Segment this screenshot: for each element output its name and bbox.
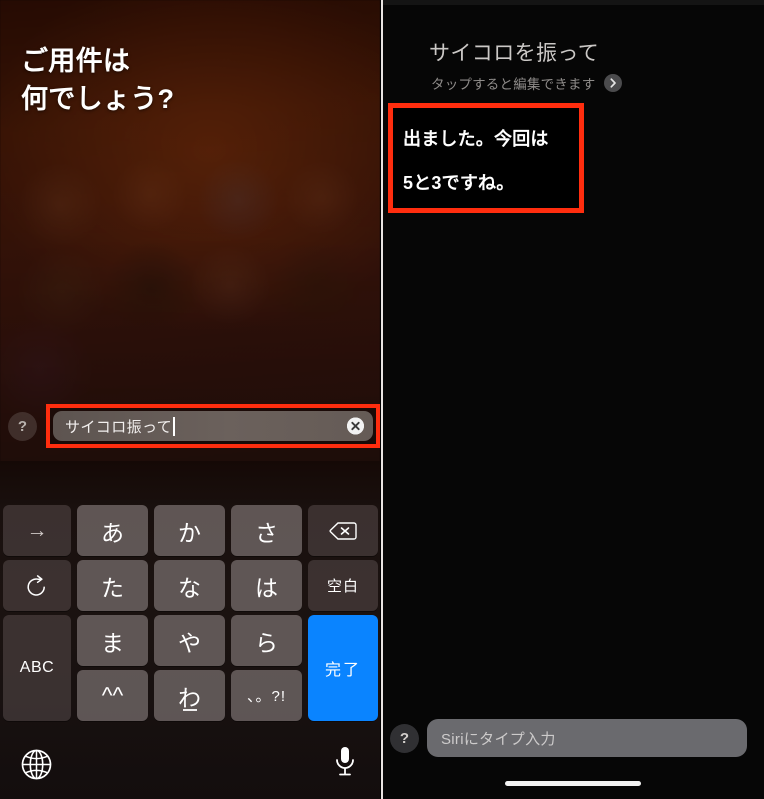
panel-divider (381, 0, 383, 799)
japanese-kana-keyboard: → あ か さ た な は 空白 ABC ま や ら 完了 ^^ わ 、。?! (0, 461, 380, 799)
tap-to-edit-row[interactable]: タップすると編集できます (431, 73, 623, 93)
left-panel-siri-typing: ご用件は 何でしょう? ? サイコロ振って → あ か さ た な は 空白 A… (0, 0, 380, 799)
done-key[interactable]: 完了 (308, 615, 378, 721)
type-to-siri-placeholder: Siriにタイプ入力 (441, 730, 556, 748)
siri-answer-text: 出ました。今回は 5と3ですね。 (403, 129, 549, 193)
microphone-icon[interactable] (333, 745, 357, 784)
siri-query-text[interactable]: サイコロを振って (429, 37, 599, 67)
top-status-strip (382, 0, 764, 5)
type-to-siri-input[interactable]: Siriにタイプ入力 (427, 719, 747, 757)
home-indicator-bar[interactable] (505, 781, 641, 786)
space-key[interactable]: 空白 (308, 560, 378, 611)
punctuation-key[interactable]: 、。?! (231, 670, 302, 721)
key-na-row[interactable]: な (154, 560, 225, 611)
emoticon-key[interactable]: ^^ (77, 670, 148, 721)
clear-circle-x-icon[interactable] (347, 417, 364, 435)
key-wa-row-label: わ (178, 684, 201, 711)
text-cursor (173, 416, 176, 436)
keyboard-bottom-bar (0, 737, 380, 799)
key-ma-row[interactable]: ま (77, 615, 148, 666)
abc-mode-key[interactable]: ABC (3, 615, 71, 721)
globe-icon[interactable] (21, 749, 52, 785)
key-ta-row[interactable]: た (77, 560, 148, 611)
siri-text-input[interactable]: サイコロ振って (53, 411, 373, 441)
key-a-row[interactable]: あ (77, 505, 148, 556)
keyboard-key-grid: → あ か さ た な は 空白 ABC ま や ら 完了 ^^ わ 、。?! (0, 503, 380, 735)
key-sa-row[interactable]: さ (231, 505, 302, 556)
cursor-right-key-label: → (26, 518, 48, 542)
key-ha-row[interactable]: は (231, 560, 302, 611)
tap-to-edit-label: タップすると編集できます (431, 77, 596, 92)
undo-key[interactable] (3, 560, 71, 611)
siri-answer-highlight-box: 出ました。今回は 5と3ですね。 (388, 103, 584, 213)
dual-screenshot-container: ご用件は 何でしょう? ? サイコロ振って → あ か さ た な は 空白 A… (0, 0, 764, 799)
key-wa-row[interactable]: わ (154, 670, 225, 721)
siri-type-input-row: ? Siriにタイプ入力 (382, 719, 764, 757)
key-ra-row[interactable]: ら (231, 615, 302, 666)
backspace-key[interactable] (308, 505, 378, 556)
backspace-icon (329, 521, 357, 540)
help-question-button[interactable]: ? (8, 411, 37, 441)
siri-prompt-text: ご用件は 何でしょう? (21, 46, 175, 114)
key-ka-row[interactable]: か (154, 505, 225, 556)
typed-input-highlight-box: サイコロ振って (46, 404, 380, 448)
right-panel-siri-result: サイコロを振って タップすると編集できます 出ました。今回は 5と3ですね。 ?… (382, 0, 764, 799)
cursor-right-key[interactable]: → (3, 505, 71, 556)
typed-input-value: サイコロ振って (65, 418, 173, 436)
underscore-hint-icon (182, 709, 197, 711)
undo-arrow-icon (27, 574, 45, 596)
key-ya-row[interactable]: や (154, 615, 225, 666)
help-question-button-right[interactable]: ? (390, 723, 419, 753)
chevron-right-icon[interactable] (604, 74, 623, 92)
siri-typed-input-row: ? サイコロ振って (0, 404, 380, 448)
